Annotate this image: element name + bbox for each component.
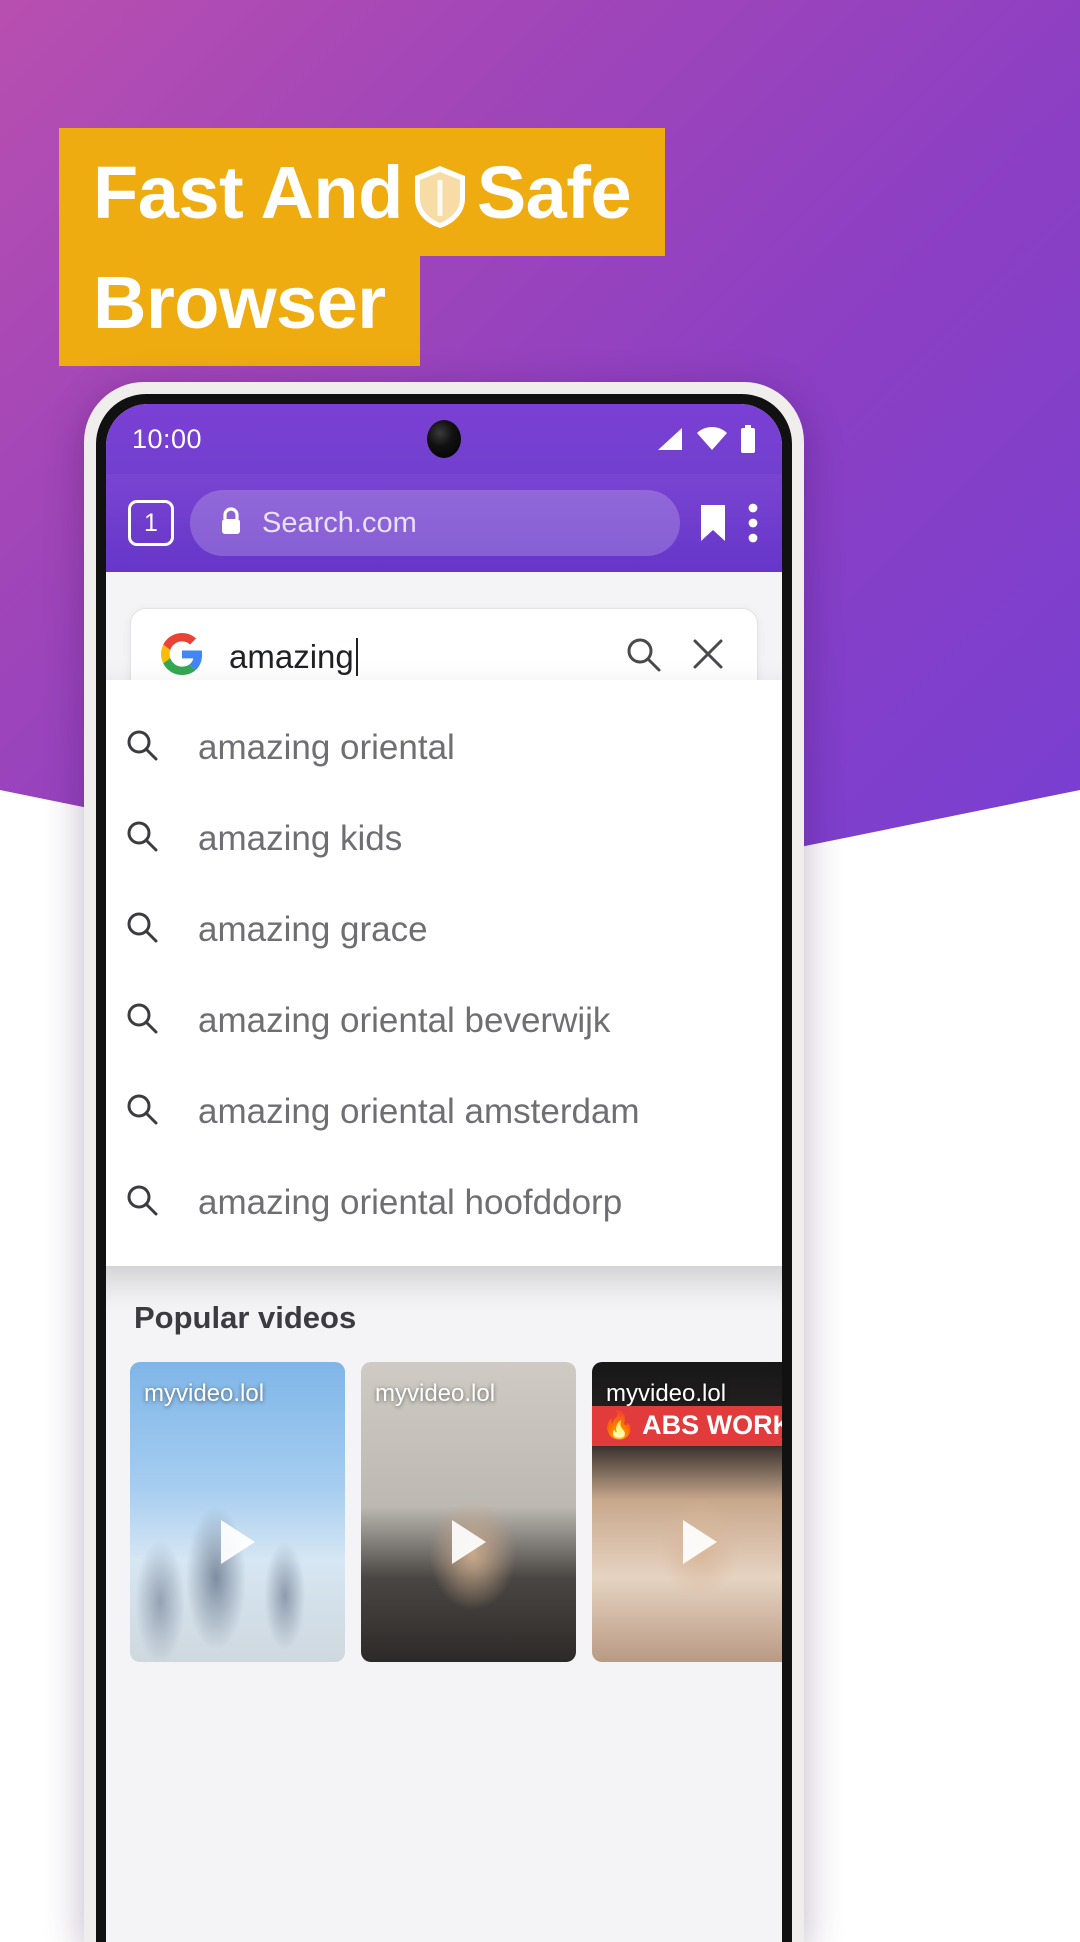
- search-query-field[interactable]: amazing: [229, 637, 597, 676]
- list-item[interactable]: amazing oriental: [106, 702, 782, 793]
- video-thumbnail-card[interactable]: myvideo.lol: [130, 1362, 345, 1662]
- suggestion-label: amazing oriental amsterdam: [198, 1091, 640, 1131]
- status-bar: 10:00: [106, 404, 782, 474]
- search-icon: [124, 909, 160, 950]
- play-icon[interactable]: [451, 1520, 486, 1564]
- tab-counter-button[interactable]: 1: [128, 500, 174, 546]
- headline-line-2: Browser: [59, 238, 420, 366]
- play-icon[interactable]: [220, 1520, 255, 1564]
- search-icon: [124, 1182, 160, 1223]
- text-caret: [355, 637, 358, 676]
- search-icon: [124, 1091, 160, 1132]
- video-source-label: myvideo.lol: [375, 1380, 496, 1407]
- popular-videos-row: myvideo.lol myvideo.lol myvideo.lol 🔥 AB…: [130, 1362, 782, 1662]
- address-bar[interactable]: Search.com: [190, 490, 680, 556]
- google-g-icon: [161, 633, 203, 680]
- phone-mockup: 10:00 1 Search.com amazing amazing orien…: [84, 382, 804, 1942]
- popular-videos-section: Popular videos myvideo.lol myvideo.lol m…: [106, 1272, 782, 1942]
- popular-videos-title: Popular videos: [134, 1300, 357, 1335]
- search-icon[interactable]: [623, 634, 663, 679]
- search-suggestions-list: amazing oriental amazing kids amazing gr…: [106, 680, 782, 1266]
- status-bar-clock: 10:00: [132, 423, 203, 454]
- bookmark-icon[interactable]: [696, 502, 730, 544]
- list-item[interactable]: amazing kids: [106, 793, 782, 884]
- address-bar-text: Search.com: [262, 506, 417, 539]
- browser-viewport: amazing amazing oriental amazing kids am…: [106, 572, 782, 1942]
- headline-line-1: Fast And Safe: [59, 128, 666, 256]
- close-icon[interactable]: [689, 635, 727, 678]
- suggestion-label: amazing oriental: [198, 727, 455, 767]
- headline-text-after: Safe: [476, 151, 632, 234]
- suggestion-label: amazing oriental hoofddorp: [198, 1182, 623, 1222]
- play-icon[interactable]: [682, 1520, 717, 1564]
- video-source-label: myvideo.lol: [144, 1380, 265, 1407]
- lock-icon: [218, 506, 244, 541]
- wifi-icon: [696, 426, 728, 452]
- headline-text-before: Fast And: [93, 151, 403, 234]
- list-item[interactable]: amazing oriental amsterdam: [106, 1066, 782, 1157]
- status-bar-icons: [654, 425, 756, 453]
- video-thumbnail-card[interactable]: myvideo.lol: [361, 1362, 576, 1662]
- list-item[interactable]: amazing grace: [106, 884, 782, 975]
- signal-icon: [654, 426, 684, 452]
- video-source-label: myvideo.lol: [606, 1380, 727, 1407]
- list-item[interactable]: amazing oriental hoofddorp: [106, 1157, 782, 1248]
- suggestion-label: amazing kids: [198, 818, 403, 858]
- video-banner-label: 🔥 ABS WORKOUT: [592, 1406, 782, 1446]
- search-query-value: amazing: [229, 637, 354, 675]
- search-icon: [124, 1000, 160, 1041]
- phone-bezel: 10:00 1 Search.com amazing amazing orien…: [96, 394, 792, 1942]
- video-thumbnail-card[interactable]: myvideo.lol 🔥 ABS WORKOUT: [592, 1362, 782, 1662]
- front-camera-punch-hole-icon: [427, 420, 461, 458]
- list-item[interactable]: amazing oriental beverwijk: [106, 975, 782, 1066]
- browser-toolbar: 1 Search.com: [106, 474, 782, 572]
- shield-icon: [411, 164, 469, 230]
- overflow-menu-icon[interactable]: [746, 501, 760, 545]
- search-icon: [124, 818, 160, 859]
- suggestion-label: amazing grace: [198, 909, 428, 949]
- phone-screen: 10:00 1 Search.com amazing amazing orien…: [106, 404, 782, 1942]
- battery-icon: [740, 425, 756, 453]
- suggestion-label: amazing oriental beverwijk: [198, 1000, 611, 1040]
- search-icon: [124, 727, 160, 768]
